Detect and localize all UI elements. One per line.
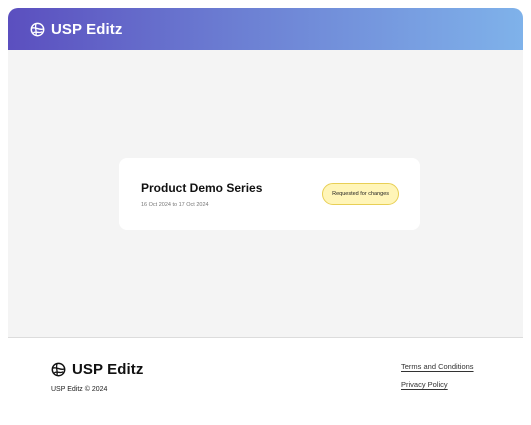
footer-brand-name: USP Editz xyxy=(72,361,144,378)
footer: USP Editz USP Editz © 2024 Terms and Con… xyxy=(0,340,531,425)
project-card[interactable]: Product Demo Series 16 Oct 2024 to 17 Oc… xyxy=(119,158,420,230)
copyright-text: USP Editz © 2024 xyxy=(51,386,108,393)
footer-brand[interactable]: USP Editz xyxy=(51,361,143,378)
privacy-link[interactable]: Privacy Policy xyxy=(401,380,474,389)
footer-links: Terms and Conditions Privacy Policy xyxy=(401,362,474,389)
project-title: Product Demo Series xyxy=(141,180,263,195)
header-brand-name: USP Editz xyxy=(51,20,123,38)
status-badge: Requested for changes xyxy=(322,183,399,205)
project-card-texts: Product Demo Series 16 Oct 2024 to 17 Oc… xyxy=(141,181,262,208)
project-dates: 16 Oct 2024 to 17 Oct 2024 xyxy=(141,201,209,208)
terms-link[interactable]: Terms and Conditions xyxy=(401,362,474,371)
globe-logo-icon xyxy=(51,362,66,377)
app-window: USP Editz Product Demo Series 16 Oct 202… xyxy=(8,8,523,338)
top-bar: USP Editz xyxy=(8,8,523,50)
header-brand[interactable]: USP Editz xyxy=(30,21,122,38)
globe-logo-icon xyxy=(30,22,45,36)
